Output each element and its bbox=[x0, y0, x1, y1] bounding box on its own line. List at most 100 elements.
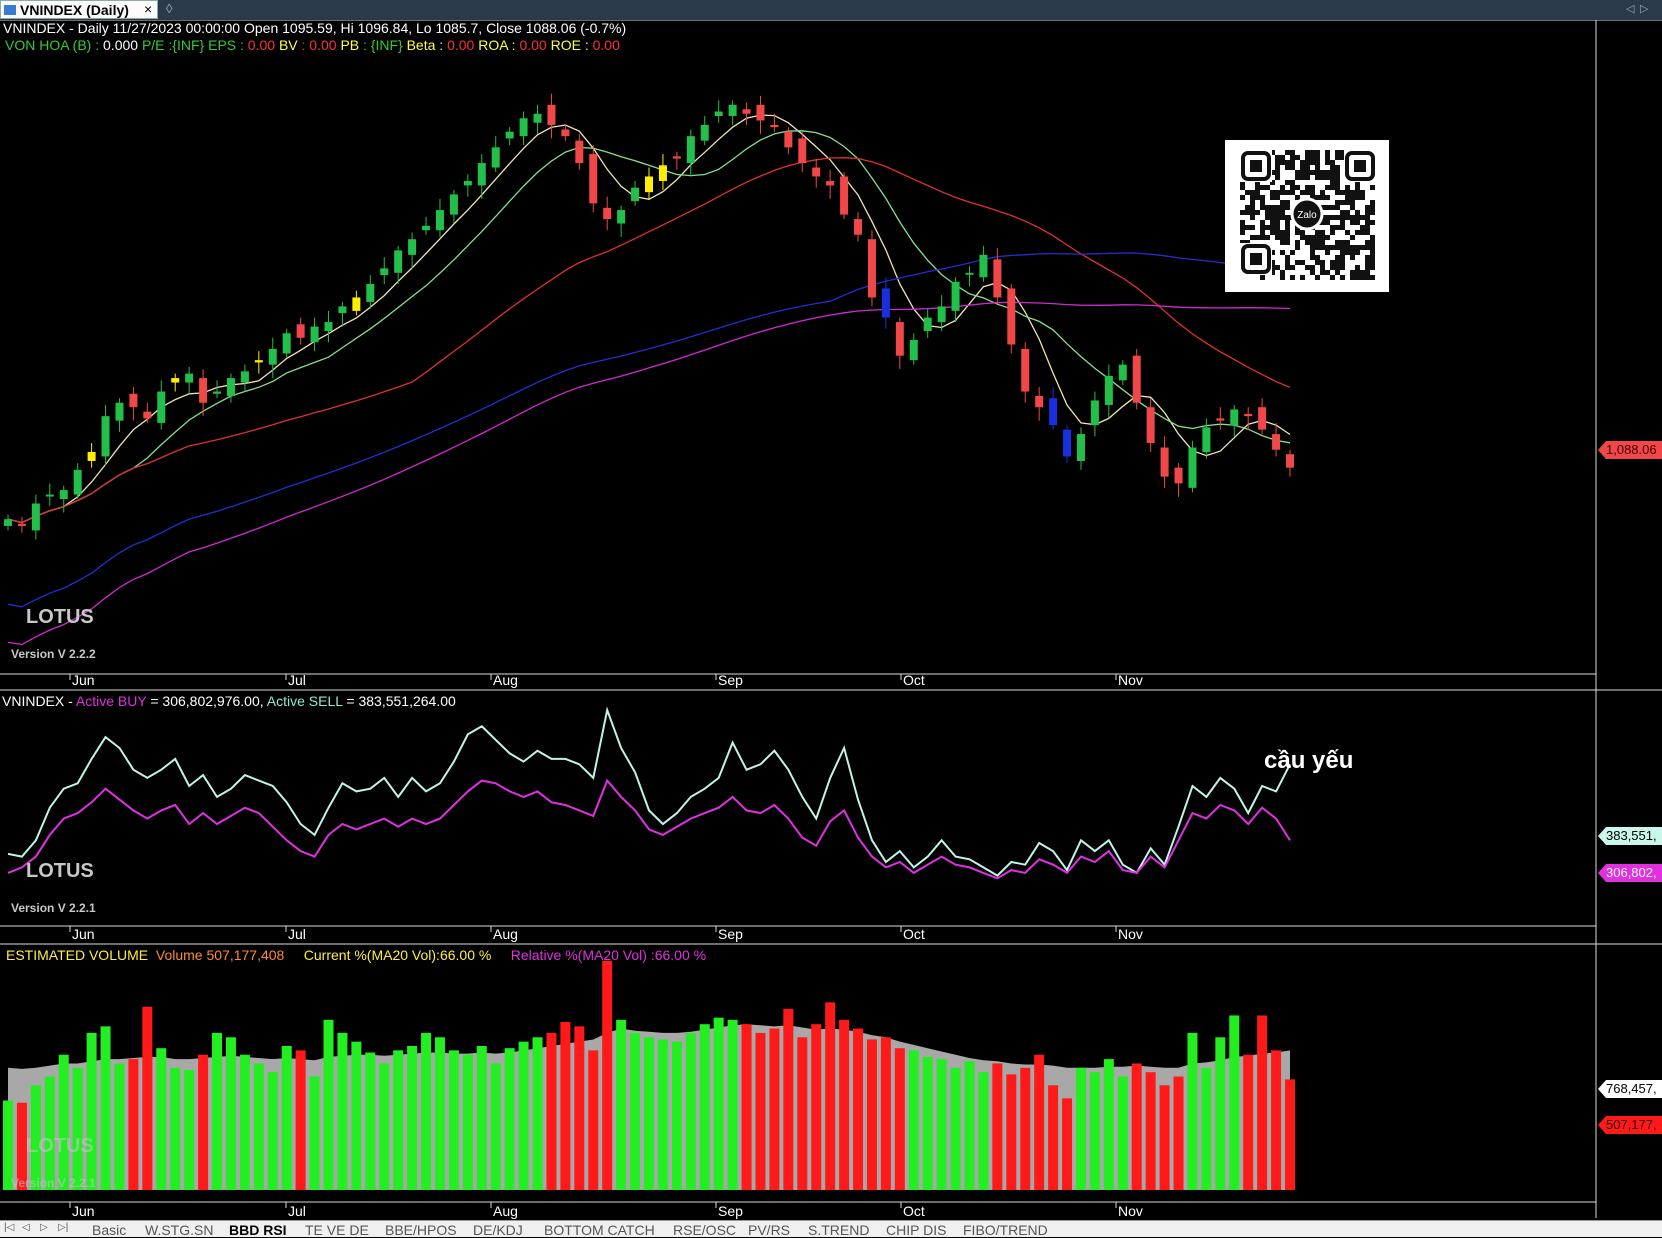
month-tick: Oct bbox=[903, 1203, 925, 1219]
candle bbox=[993, 259, 1002, 298]
volume-bar bbox=[1048, 1085, 1059, 1190]
candle bbox=[282, 333, 291, 354]
metric-value: 0.00 bbox=[443, 37, 479, 53]
annotation-text: cầu yếu bbox=[1264, 747, 1354, 774]
volume-bar bbox=[1145, 1072, 1156, 1190]
volume-ma-axis-label: 768,457, bbox=[1598, 1080, 1662, 1098]
tab-scroll-icon[interactable]: ▷| bbox=[58, 1222, 68, 1233]
volume-bar bbox=[713, 1017, 724, 1190]
chart-canvas[interactable] bbox=[0, 20, 1662, 1232]
candle bbox=[881, 288, 890, 318]
volume-bar bbox=[532, 1037, 543, 1190]
active-buy-line bbox=[7, 778, 1291, 880]
volume-bar bbox=[156, 1048, 167, 1190]
volume-bar bbox=[825, 1002, 836, 1190]
volume-bar bbox=[644, 1037, 654, 1190]
month-tick: Oct bbox=[903, 672, 925, 688]
volume-bar bbox=[783, 1008, 794, 1190]
candle bbox=[519, 118, 528, 137]
scroll-left-icon[interactable]: ◁ bbox=[1626, 2, 1634, 15]
month-tick: Jul bbox=[288, 1203, 306, 1219]
ma30-line bbox=[7, 157, 1291, 524]
candle bbox=[1104, 375, 1113, 405]
candle bbox=[840, 176, 849, 215]
month-tick: Nov bbox=[1118, 926, 1143, 942]
tab-scroll-icon[interactable]: |◁ bbox=[4, 1222, 14, 1233]
flow-prefix: VNINDEX - bbox=[2, 693, 73, 709]
lotus-brand: LOTUS bbox=[26, 1135, 94, 1157]
volume-bar bbox=[86, 1032, 97, 1190]
ma60-line bbox=[7, 252, 1291, 608]
candle bbox=[254, 360, 263, 363]
volume-value: Volume 507,177,408 bbox=[155, 947, 285, 963]
volume-bar bbox=[309, 1076, 320, 1190]
volume-bar bbox=[1187, 1032, 1198, 1190]
candle bbox=[951, 281, 960, 311]
volume-bar bbox=[212, 1032, 223, 1190]
volume-bar bbox=[114, 1063, 125, 1190]
candle bbox=[31, 503, 40, 531]
month-tick: Jun bbox=[72, 926, 95, 942]
candle bbox=[1188, 447, 1197, 488]
volume-bar bbox=[894, 1048, 905, 1190]
buy-axis-label: 306,802, bbox=[1598, 864, 1662, 882]
candle bbox=[213, 391, 222, 394]
volume-bar bbox=[671, 1041, 682, 1190]
metric-value: : {INF} bbox=[359, 37, 407, 53]
volume-bar bbox=[1173, 1076, 1184, 1190]
candle bbox=[422, 225, 431, 231]
candle bbox=[171, 378, 180, 383]
tab-scroll-icon[interactable]: ◁ bbox=[22, 1222, 30, 1233]
volume-bar bbox=[1020, 1067, 1031, 1190]
candle bbox=[129, 393, 138, 408]
volume-title: ESTIMATED VOLUME bbox=[6, 947, 149, 963]
metric-value: 0.00 bbox=[515, 37, 551, 53]
candle bbox=[1021, 348, 1030, 392]
volume-bar bbox=[546, 1032, 557, 1190]
candle bbox=[1216, 418, 1225, 421]
volume-bar bbox=[58, 1054, 69, 1190]
candle bbox=[1063, 429, 1072, 457]
metric-label: ROA : bbox=[478, 37, 516, 53]
metric-label: VON HOA (B) : bbox=[5, 37, 100, 53]
candle bbox=[631, 187, 640, 202]
candle bbox=[895, 322, 904, 356]
title-bar: VNINDEX (Daily) × ◊ ◁ ▷ bbox=[0, 0, 1662, 20]
candle bbox=[1076, 434, 1085, 461]
month-tick: Jul bbox=[288, 926, 306, 942]
close-tab-icon[interactable]: × bbox=[144, 1, 152, 17]
volume-bar bbox=[839, 1019, 850, 1190]
tab-vnindex-daily[interactable]: VNINDEX (Daily) × bbox=[0, 0, 158, 19]
tab-title: VNINDEX (Daily) bbox=[20, 2, 129, 18]
volume-bar bbox=[407, 1046, 418, 1190]
month-tick: Oct bbox=[903, 926, 925, 942]
active-buy-value: = 306,802,976.00, bbox=[150, 693, 264, 709]
current-ma20: Current %(MA20 Vol):66.00 % bbox=[303, 947, 492, 963]
candle bbox=[645, 176, 653, 193]
metric-value: 0.00 bbox=[243, 37, 279, 53]
volume-bar bbox=[866, 1039, 877, 1190]
month-tick: Nov bbox=[1118, 672, 1143, 688]
month-tick: Nov bbox=[1118, 1203, 1143, 1219]
svg-text:Zalo: Zalo bbox=[1297, 210, 1317, 221]
candle bbox=[1230, 409, 1239, 426]
volume-bar bbox=[267, 1072, 278, 1190]
month-tick: Sep bbox=[718, 926, 743, 942]
volume-bar bbox=[337, 1032, 348, 1190]
chart-workspace[interactable]: VNINDEX - Daily 11/27/2023 00:00:00 Open… bbox=[0, 20, 1662, 1232]
candle bbox=[937, 306, 946, 323]
candle bbox=[812, 167, 821, 177]
sheet-tab-bar: |◁ ◁ ▷ ▷| Basic W.STG.SN BBD RSI TE VE DE BBE/HP… bbox=[0, 1220, 1662, 1238]
candle bbox=[101, 416, 110, 457]
new-tab-icon[interactable]: ◊ bbox=[166, 1, 172, 16]
scroll-right-icon[interactable]: ▷ bbox=[1640, 2, 1648, 15]
candle bbox=[728, 104, 737, 116]
qr-pattern: Zalo bbox=[1240, 150, 1376, 280]
volume-bar bbox=[811, 1024, 822, 1190]
candle bbox=[73, 469, 82, 495]
month-tick: Aug bbox=[493, 926, 518, 942]
candle bbox=[561, 129, 570, 137]
version-label: Version V 2.2.1 bbox=[11, 901, 96, 915]
volume-bar bbox=[239, 1054, 250, 1190]
tab-scroll-icon[interactable]: ▷ bbox=[40, 1222, 48, 1233]
